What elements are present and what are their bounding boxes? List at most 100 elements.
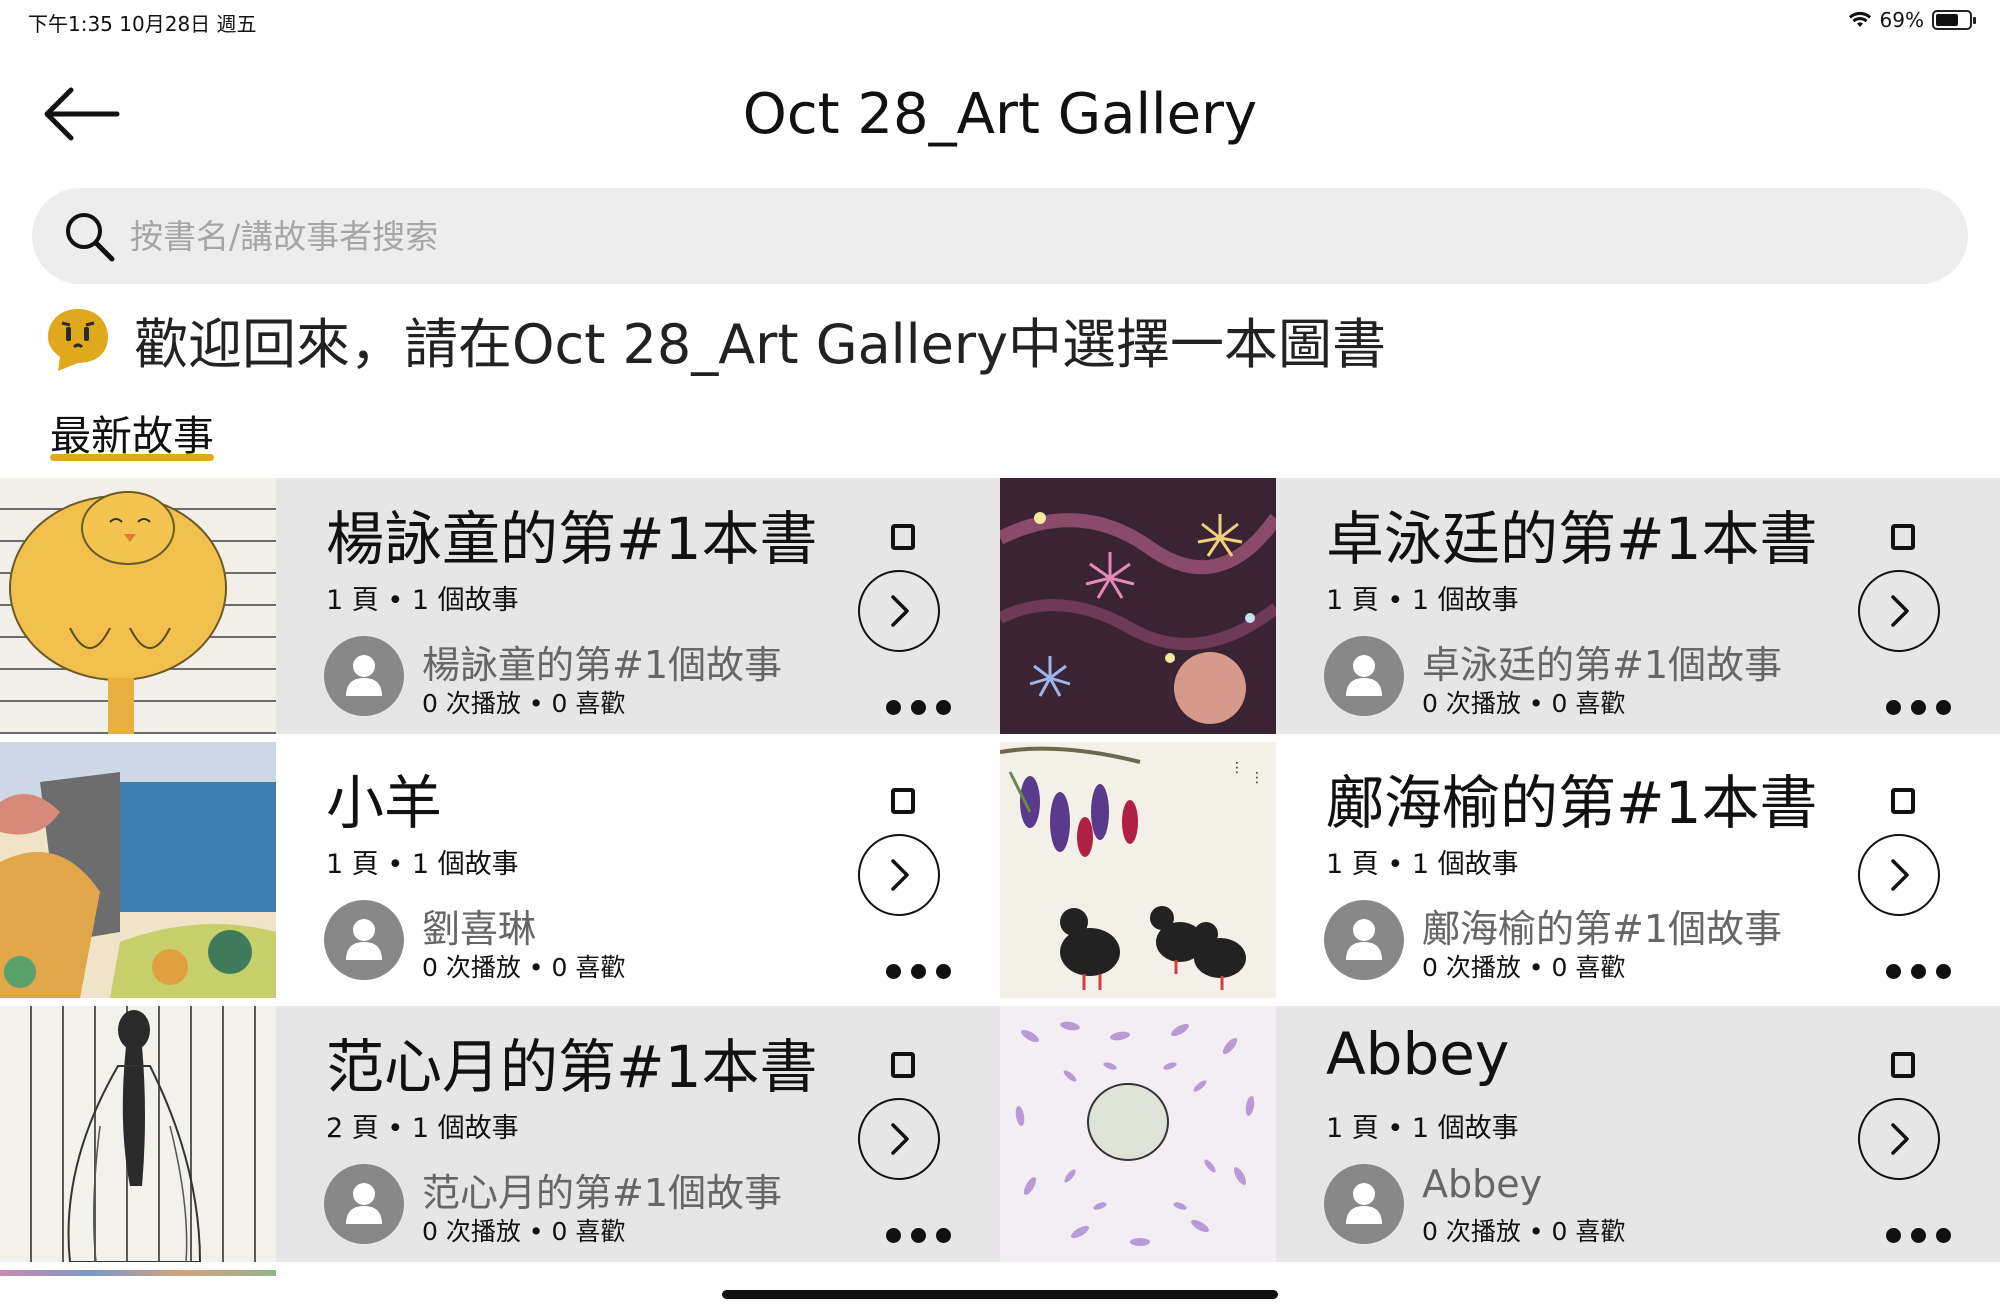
book-thumbnail[interactable]: ⋮ ⋮ (1000, 742, 1276, 998)
open-book-button[interactable] (858, 570, 940, 652)
chevron-right-icon (891, 595, 909, 627)
book-info: Abbey 1 頁 • 1 個故事 Abbey 0 次播放 • 0 喜歡 (1276, 1006, 2000, 1262)
book-info: 小羊 1 頁 • 1 個故事 劉喜琳 0 次播放 • 0 喜歡 (276, 742, 1000, 998)
story-author: Abbey (1422, 1162, 1543, 1206)
more-dot (886, 700, 901, 715)
story-author: 鄺海榆的第#1個故事 (1422, 907, 1783, 951)
more-dot (1886, 700, 1901, 715)
next-book-thumbnail-peek (0, 1270, 276, 1276)
book-title: Abbey (1326, 1020, 1510, 1088)
user-avatar-icon (1346, 919, 1382, 960)
more-options-button[interactable] (886, 700, 951, 715)
more-dot (1911, 700, 1926, 715)
avatar (1324, 900, 1404, 980)
more-dot (886, 964, 901, 979)
book-title: 鄺海榆的第#1本書 (1326, 769, 1818, 837)
user-avatar-icon (346, 1183, 382, 1224)
bookmark-icon[interactable] (888, 1050, 918, 1080)
book-title: 楊詠童的第#1本書 (326, 505, 818, 573)
more-dot (1886, 964, 1901, 979)
story-stats: 0 次播放 • 0 喜歡 (1422, 689, 1626, 718)
book-card[interactable]: 卓泳廷的第#1本書 1 頁 • 1 個故事 卓泳廷的第#1個故事 0 次播放 •… (1000, 478, 2000, 734)
book-card[interactable]: 楊詠童的第#1本書 1 頁 • 1 個故事 楊詠童的第#1個故事 0 次播放 •… (0, 478, 1000, 734)
story-author: 卓泳廷的第#1個故事 (1422, 643, 1783, 687)
story-author: 楊詠童的第#1個故事 (422, 643, 783, 687)
more-dot (1911, 1228, 1926, 1243)
chevron-right-icon (1891, 859, 1909, 891)
book-meta: 1 頁 • 1 個故事 (326, 585, 519, 616)
book-meta: 1 頁 • 1 個故事 (326, 849, 519, 880)
user-avatar-icon (1346, 655, 1382, 696)
book-info: 范心月的第#1本書 2 頁 • 1 個故事 范心月的第#1個故事 0 次播放 •… (276, 1006, 1000, 1262)
book-card[interactable]: Abbey 1 頁 • 1 個故事 Abbey 0 次播放 • 0 喜歡 (1000, 1006, 2000, 1262)
story-stats: 0 次播放 • 0 喜歡 (1422, 953, 1626, 982)
avatar (1324, 1164, 1404, 1244)
book-card[interactable]: ⋮ ⋮ 鄺海榆的第#1本書 1 頁 • 1 個故事 鄺海榆的第#1個故事 0 次播… (1000, 742, 2000, 998)
book-title: 范心月的第#1本書 (326, 1033, 818, 1101)
page-title: Oct 28_Art Gallery (742, 82, 1258, 147)
more-options-button[interactable] (1886, 700, 1951, 715)
open-book-button[interactable] (858, 834, 940, 916)
search-icon (66, 213, 115, 262)
book-card[interactable]: 小羊 1 頁 • 1 個故事 劉喜琳 0 次播放 • 0 喜歡 (0, 742, 1000, 998)
bookmark-icon[interactable] (1888, 1050, 1918, 1080)
avatar (1324, 636, 1404, 716)
book-thumbnail[interactable] (0, 478, 276, 734)
book-info: 鄺海榆的第#1本書 1 頁 • 1 個故事 鄺海榆的第#1個故事 0 次播放 •… (1276, 742, 2000, 998)
book-meta: 1 頁 • 1 個故事 (1326, 1113, 1519, 1144)
user-avatar-icon (346, 919, 382, 960)
bookmark-icon[interactable] (888, 522, 918, 552)
more-dot (936, 700, 951, 715)
story-author: 劉喜琳 (422, 907, 537, 951)
chevron-right-icon (891, 1123, 909, 1155)
more-options-button[interactable] (1886, 964, 1951, 979)
book-thumbnail[interactable] (1000, 478, 1276, 734)
more-dot (936, 1228, 951, 1243)
search-bar[interactable] (32, 188, 1968, 284)
battery-icon (1932, 10, 1976, 30)
book-card[interactable]: 范心月的第#1本書 2 頁 • 1 個故事 范心月的第#1個故事 0 次播放 •… (0, 1006, 1000, 1262)
status-indicators: 69% (1848, 8, 1976, 32)
bookmark-icon[interactable] (1888, 522, 1918, 552)
more-dot (1936, 700, 1951, 715)
more-options-button[interactable] (886, 1228, 951, 1243)
home-indicator[interactable] (722, 1290, 1278, 1299)
wisteria-chicks-ink-painting: ⋮⋮ (1000, 742, 1276, 998)
bookmark-icon[interactable] (1888, 786, 1918, 816)
story-stats: 0 次播放 • 0 喜歡 (422, 1217, 626, 1246)
welcome-text: 歡迎回來，請在Oct 28_Art Gallery中選擇一本圖書 (134, 313, 1387, 376)
book-thumbnail[interactable] (0, 1006, 276, 1262)
speech-bubble-mascot-icon (48, 308, 108, 371)
status-bar: 下午1:35 10月28日 週五 69% (0, 0, 2000, 40)
battery-level (1936, 14, 1959, 26)
chevron-right-icon (1891, 1123, 1909, 1155)
fireworks-painting (1000, 478, 1276, 734)
story-stats: 0 次播放 • 0 喜歡 (422, 953, 626, 982)
wifi-icon (1848, 11, 1871, 27)
more-options-button[interactable] (1886, 1228, 1951, 1243)
open-book-button[interactable] (1858, 570, 1940, 652)
more-dot (911, 964, 926, 979)
svg-text:⋮: ⋮ (1230, 760, 1244, 776)
seaside-cliff-painting (0, 742, 276, 998)
book-thumbnail[interactable] (0, 742, 276, 998)
story-author: 范心月的第#1個故事 (422, 1171, 783, 1215)
battery-percent: 69% (1879, 8, 1924, 32)
welcome-banner: 歡迎回來，請在Oct 28_Art Gallery中選擇一本圖書 (46, 300, 1386, 379)
book-title: 卓泳廷的第#1本書 (1326, 505, 1818, 573)
avatar (324, 900, 404, 980)
book-info: 楊詠童的第#1本書 1 頁 • 1 個故事 楊詠童的第#1個故事 0 次播放 •… (276, 478, 1000, 734)
bookmark-icon[interactable] (888, 786, 918, 816)
open-book-button[interactable] (1858, 834, 1940, 916)
open-book-button[interactable] (858, 1098, 940, 1180)
book-thumbnail[interactable] (1000, 1006, 1276, 1262)
girl-sketch (67, 1010, 202, 1262)
open-book-button[interactable] (1858, 1098, 1940, 1180)
svg-text:⋮: ⋮ (1250, 770, 1264, 786)
more-dot (911, 1228, 926, 1243)
more-options-button[interactable] (886, 964, 951, 979)
tab-latest-stories[interactable]: 最新故事 (50, 402, 214, 462)
book-meta: 1 頁 • 1 個故事 (1326, 849, 1519, 880)
search-input[interactable] (130, 216, 1830, 256)
user-avatar-icon (346, 655, 382, 696)
